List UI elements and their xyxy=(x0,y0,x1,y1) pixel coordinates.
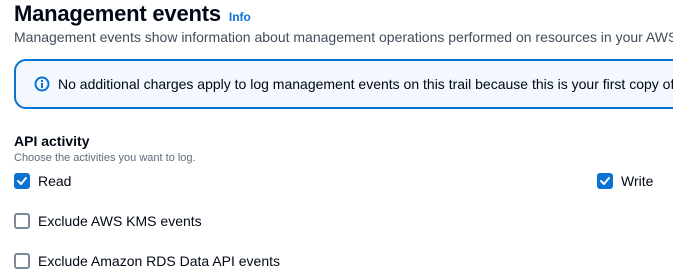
section-header: Management events Info xyxy=(14,1,251,27)
exclude-kms-checkbox[interactable] xyxy=(14,213,30,229)
write-label: Write xyxy=(621,173,654,189)
write-checkbox-row[interactable]: Write xyxy=(597,173,653,189)
info-alert: No additional charges apply to log manag… xyxy=(14,59,673,109)
page-title: Management events xyxy=(14,1,221,26)
read-checkbox[interactable] xyxy=(14,173,30,189)
exclude-rds-checkbox-row[interactable]: Exclude Amazon RDS Data API events xyxy=(14,253,280,269)
api-activity-description: Choose the activities you want to log. xyxy=(14,152,196,164)
management-events-panel: Management events Info Management events… xyxy=(0,0,673,271)
info-circle-icon xyxy=(34,76,50,92)
section-description: Management events show information about… xyxy=(14,29,673,45)
write-checkbox[interactable] xyxy=(597,173,613,189)
info-link[interactable]: Info xyxy=(229,10,251,24)
exclude-rds-checkbox[interactable] xyxy=(14,253,30,269)
exclude-rds-label: Exclude Amazon RDS Data API events xyxy=(38,253,281,269)
read-label: Read xyxy=(38,173,72,189)
api-activity-label: API activity xyxy=(14,133,90,149)
alert-text: No additional charges apply to log manag… xyxy=(58,76,673,92)
checkmark-icon xyxy=(17,177,27,185)
exclude-kms-label: Exclude AWS KMS events xyxy=(38,213,202,229)
checkmark-icon xyxy=(600,177,610,185)
read-checkbox-row[interactable]: Read xyxy=(14,173,71,189)
exclude-kms-checkbox-row[interactable]: Exclude AWS KMS events xyxy=(14,213,202,229)
